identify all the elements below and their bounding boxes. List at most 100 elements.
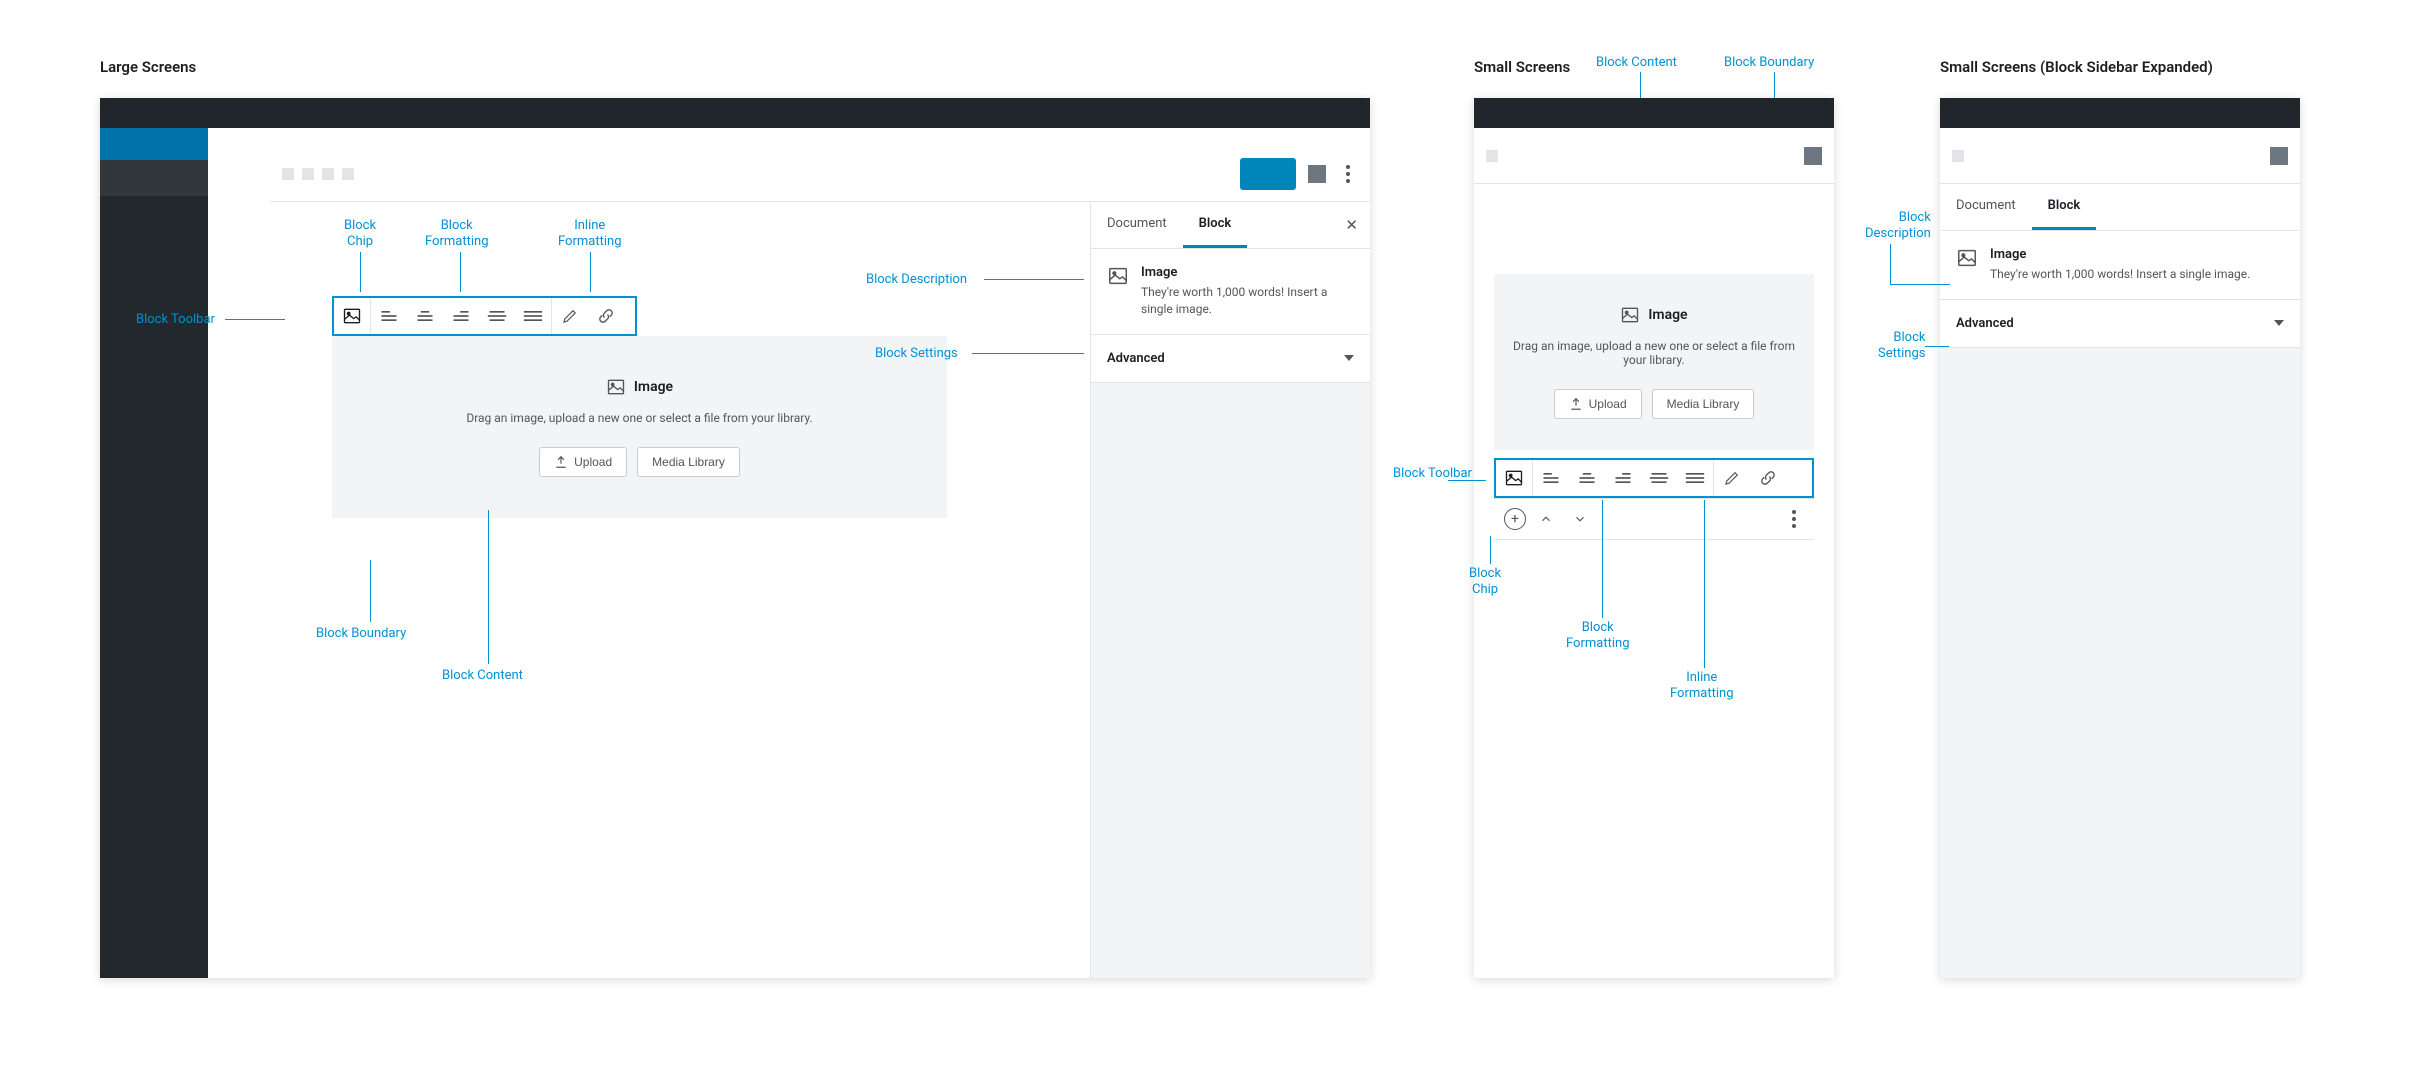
chevron-down-icon[interactable] xyxy=(1566,505,1594,533)
editor-canvas: Image Drag an image, upload a new one or… xyxy=(270,202,1090,978)
block-sidebar: Document Block ✕ Image They're worth 1,0… xyxy=(1090,202,1370,978)
align-center-icon[interactable] xyxy=(407,298,443,334)
image-placeholder-block: Image Drag an image, upload a new one or… xyxy=(1494,274,1814,450)
upload-button[interactable]: Upload xyxy=(1554,389,1642,419)
advanced-panel-toggle[interactable]: Advanced xyxy=(1940,300,2300,348)
upload-button-label: Upload xyxy=(574,455,612,469)
tab-block[interactable]: Block xyxy=(1183,202,1248,248)
link-icon[interactable] xyxy=(1750,460,1786,496)
align-left-icon[interactable] xyxy=(1533,460,1569,496)
callout-block-description-exp: BlockDescription xyxy=(1865,210,1931,243)
callout-line xyxy=(984,279,1084,280)
block-chip-icon[interactable] xyxy=(1496,460,1532,496)
callout-line xyxy=(1890,284,1950,285)
placeholder-instructions: Drag an image, upload a new one or selec… xyxy=(1513,339,1795,367)
align-center-icon[interactable] xyxy=(1569,460,1605,496)
callout-block-chip-sm: Block Chip xyxy=(1469,566,1501,599)
tab-document[interactable]: Document xyxy=(1940,184,2032,230)
upload-icon xyxy=(1569,397,1583,411)
admin-menu-active-item[interactable] xyxy=(100,128,208,160)
block-chip-icon[interactable] xyxy=(334,298,370,334)
upload-button[interactable]: Upload xyxy=(539,447,627,477)
advanced-panel-toggle[interactable]: Advanced xyxy=(1091,335,1370,383)
block-boundary[interactable]: Image Drag an image, upload a new one or… xyxy=(1494,274,1814,450)
callout-inline-formatting-sm: Inline Formatting xyxy=(1670,670,1734,703)
settings-toggle[interactable] xyxy=(1308,165,1326,183)
link-icon[interactable] xyxy=(588,298,624,334)
block-description-card: Image They're worth 1,000 words! Insert … xyxy=(1091,249,1370,335)
block-toolbar xyxy=(332,296,637,336)
chevron-up-icon[interactable] xyxy=(1532,505,1560,533)
callout-line xyxy=(225,319,285,320)
tab-block[interactable]: Block xyxy=(2032,184,2097,230)
publish-button[interactable] xyxy=(1240,158,1296,190)
callout-line xyxy=(1602,500,1603,618)
placeholder-heading: Image xyxy=(357,377,922,397)
align-right-icon[interactable] xyxy=(1605,460,1641,496)
callout-line xyxy=(370,560,371,622)
callout-line xyxy=(360,252,361,292)
block-toolbar xyxy=(1494,458,1814,498)
header-dot xyxy=(282,168,294,180)
media-library-button[interactable]: Media Library xyxy=(1652,389,1755,419)
editor-header xyxy=(270,146,1370,202)
header-dot xyxy=(322,168,334,180)
section-title-small-expanded: Small Screens (Block Sidebar Expanded) xyxy=(1940,58,2213,76)
header-dot xyxy=(342,168,354,180)
callout-line xyxy=(1925,346,1949,347)
header-dot xyxy=(1486,150,1498,162)
sidebar-tabs: Document Block ✕ xyxy=(1091,202,1370,249)
admin-bar xyxy=(1474,98,1834,128)
placeholder-heading: Image xyxy=(1513,305,1795,325)
callout-block-content: Block Content xyxy=(442,668,523,684)
small-screen-frame: Image Drag an image, upload a new one or… xyxy=(1474,98,1834,978)
block-sidebar: Document Block Image They're worth 1,000… xyxy=(1940,184,2300,978)
header-toolbar-placeholder xyxy=(282,168,354,180)
block-description-card: Image They're worth 1,000 words! Insert … xyxy=(1940,231,2300,300)
settings-toggle[interactable] xyxy=(1804,147,1822,165)
callout-line xyxy=(1890,244,1891,284)
settings-toggle[interactable] xyxy=(2270,147,2288,165)
image-icon xyxy=(606,377,626,397)
image-icon xyxy=(1620,305,1640,325)
more-menu-icon[interactable] xyxy=(1792,517,1796,521)
large-screen-frame: Image Drag an image, upload a new one or… xyxy=(100,98,1370,978)
mobile-block-nav: + xyxy=(1494,498,1814,540)
callout-block-settings-exp: BlockSettings xyxy=(1878,330,1925,363)
align-wide-icon[interactable] xyxy=(1641,460,1677,496)
callout-block-formatting: Block Formatting xyxy=(425,218,489,251)
inserter-icon[interactable]: + xyxy=(1504,508,1526,530)
tab-document[interactable]: Document xyxy=(1091,202,1183,248)
placeholder-title: Image xyxy=(1648,307,1687,323)
align-full-icon[interactable] xyxy=(1677,460,1713,496)
upload-icon xyxy=(554,455,568,469)
close-icon[interactable]: ✕ xyxy=(1345,216,1358,234)
editor-header xyxy=(1940,128,2300,184)
admin-menu-sub xyxy=(100,160,208,196)
media-library-button-label: Media Library xyxy=(652,455,725,469)
admin-bar xyxy=(100,98,1370,128)
callout-line xyxy=(1704,500,1705,668)
callout-block-settings: Block Settings xyxy=(875,346,958,362)
block-boundary[interactable]: Image Drag an image, upload a new one or… xyxy=(332,336,947,518)
callout-line xyxy=(1448,480,1486,481)
media-library-button-label: Media Library xyxy=(1667,397,1740,411)
align-full-icon[interactable] xyxy=(515,298,551,334)
header-dot xyxy=(302,168,314,180)
callout-block-toolbar: Block Toolbar xyxy=(136,312,215,328)
edit-icon[interactable] xyxy=(552,298,588,334)
small-screen-sidebar-frame: Document Block Image They're worth 1,000… xyxy=(1940,98,2300,978)
callout-line xyxy=(1490,536,1491,564)
callout-line xyxy=(590,252,591,292)
callout-line xyxy=(972,353,1084,354)
image-placeholder-block: Image Drag an image, upload a new one or… xyxy=(332,336,947,518)
media-library-button[interactable]: Media Library xyxy=(637,447,740,477)
align-wide-icon[interactable] xyxy=(479,298,515,334)
advanced-label: Advanced xyxy=(1956,316,2014,331)
more-menu-icon[interactable] xyxy=(1346,172,1350,176)
align-right-icon[interactable] xyxy=(443,298,479,334)
align-left-icon[interactable] xyxy=(371,298,407,334)
edit-icon[interactable] xyxy=(1714,460,1750,496)
admin-menu xyxy=(100,128,208,978)
header-dot xyxy=(1952,150,1964,162)
